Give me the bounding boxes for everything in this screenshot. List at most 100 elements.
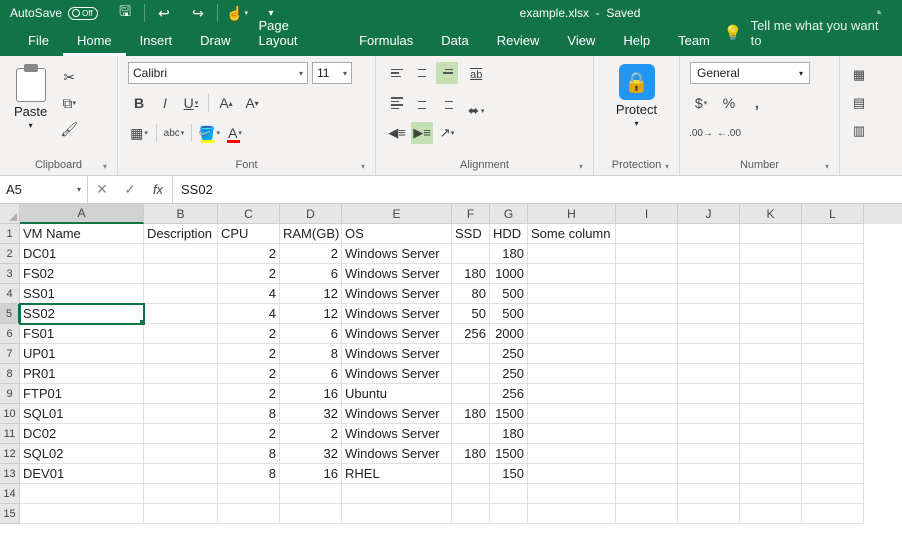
cell-E9[interactable]: Ubuntu — [342, 384, 452, 404]
cell-G15[interactable] — [490, 504, 528, 524]
cell-H2[interactable] — [528, 244, 616, 264]
row-header-8[interactable]: 8 — [0, 364, 20, 384]
cell-G1[interactable]: HDD — [490, 224, 528, 244]
cell-D15[interactable] — [280, 504, 342, 524]
row-header-3[interactable]: 3 — [0, 264, 20, 284]
cell-C9[interactable]: 2 — [218, 384, 280, 404]
cell-E15[interactable] — [342, 504, 452, 524]
col-header-E[interactable]: E — [342, 204, 452, 224]
number-format-combo[interactable]: General▾ — [690, 62, 810, 84]
cell-F15[interactable] — [452, 504, 490, 524]
cell-L1[interactable] — [802, 224, 864, 244]
align-bottom-icon[interactable] — [436, 62, 458, 84]
cell-L11[interactable] — [802, 424, 864, 444]
cell-J9[interactable] — [678, 384, 740, 404]
cell-L10[interactable] — [802, 404, 864, 424]
col-header-D[interactable]: D — [280, 204, 342, 224]
tab-draw[interactable]: Draw — [186, 27, 244, 56]
align-right-icon[interactable] — [436, 92, 458, 114]
cell-G10[interactable]: 1500 — [490, 404, 528, 424]
cell-E6[interactable]: Windows Server — [342, 324, 452, 344]
cell-F4[interactable]: 80 — [452, 284, 490, 304]
cell-H12[interactable] — [528, 444, 616, 464]
cell-L12[interactable] — [802, 444, 864, 464]
cell-J11[interactable] — [678, 424, 740, 444]
cell-E11[interactable]: Windows Server — [342, 424, 452, 444]
cell-D8[interactable]: 6 — [280, 364, 342, 384]
cell-I3[interactable] — [616, 264, 678, 284]
cell-J2[interactable] — [678, 244, 740, 264]
cell-C12[interactable]: 8 — [218, 444, 280, 464]
cell-A14[interactable] — [20, 484, 144, 504]
cell-I7[interactable] — [616, 344, 678, 364]
cell-J7[interactable] — [678, 344, 740, 364]
cell-D9[interactable]: 16 — [280, 384, 342, 404]
row-header-12[interactable]: 12 — [0, 444, 20, 464]
cell-H9[interactable] — [528, 384, 616, 404]
cell-B12[interactable] — [144, 444, 218, 464]
row-header-4[interactable]: 4 — [0, 284, 20, 304]
cell-K7[interactable] — [740, 344, 802, 364]
cell-F9[interactable] — [452, 384, 490, 404]
tab-data[interactable]: Data — [427, 27, 482, 56]
cell-B8[interactable] — [144, 364, 218, 384]
cell-I14[interactable] — [616, 484, 678, 504]
cell-I9[interactable] — [616, 384, 678, 404]
cell-A5[interactable]: SS02 — [20, 304, 144, 324]
cell-D2[interactable]: 2 — [280, 244, 342, 264]
increase-font-icon[interactable]: A▴ — [215, 92, 237, 114]
cell-C15[interactable] — [218, 504, 280, 524]
cell-E14[interactable] — [342, 484, 452, 504]
cell-C14[interactable] — [218, 484, 280, 504]
cell-B11[interactable] — [144, 424, 218, 444]
cell-J12[interactable] — [678, 444, 740, 464]
col-header-G[interactable]: G — [490, 204, 528, 224]
cell-A6[interactable]: FS01 — [20, 324, 144, 344]
cell-L6[interactable] — [802, 324, 864, 344]
cell-K5[interactable] — [740, 304, 802, 324]
cell-K6[interactable] — [740, 324, 802, 344]
cell-G4[interactable]: 500 — [490, 284, 528, 304]
copy-icon[interactable]: ⧉▾ — [59, 94, 79, 112]
cell-E3[interactable]: Windows Server — [342, 264, 452, 284]
tab-insert[interactable]: Insert — [126, 27, 187, 56]
wrap-text-button[interactable]: ab — [468, 64, 484, 86]
cell-A11[interactable]: DC02 — [20, 424, 144, 444]
cell-B9[interactable] — [144, 384, 218, 404]
cell-I12[interactable] — [616, 444, 678, 464]
cell-I4[interactable] — [616, 284, 678, 304]
cell-J8[interactable] — [678, 364, 740, 384]
col-header-B[interactable]: B — [144, 204, 218, 224]
tab-home[interactable]: Home — [63, 27, 126, 56]
col-header-C[interactable]: C — [218, 204, 280, 224]
cell-H3[interactable] — [528, 264, 616, 284]
cell-I8[interactable] — [616, 364, 678, 384]
cell-E12[interactable]: Windows Server — [342, 444, 452, 464]
col-header-J[interactable]: J — [678, 204, 740, 224]
cell-C10[interactable]: 8 — [218, 404, 280, 424]
tab-team[interactable]: Team — [664, 27, 724, 56]
col-header-A[interactable]: A — [20, 204, 144, 224]
row-header-6[interactable]: 6 — [0, 324, 20, 344]
cell-K2[interactable] — [740, 244, 802, 264]
cell-K1[interactable] — [740, 224, 802, 244]
cell-C2[interactable]: 2 — [218, 244, 280, 264]
cell-F12[interactable]: 180 — [452, 444, 490, 464]
cell-A3[interactable]: FS02 — [20, 264, 144, 284]
undo-icon[interactable]: ↩ — [147, 0, 181, 26]
cell-D7[interactable]: 8 — [280, 344, 342, 364]
cell-K4[interactable] — [740, 284, 802, 304]
cell-H14[interactable] — [528, 484, 616, 504]
cell-C7[interactable]: 2 — [218, 344, 280, 364]
cell-D1[interactable]: RAM(GB) — [280, 224, 342, 244]
cell-C8[interactable]: 2 — [218, 364, 280, 384]
col-header-F[interactable]: F — [452, 204, 490, 224]
cell-C3[interactable]: 2 — [218, 264, 280, 284]
cell-I6[interactable] — [616, 324, 678, 344]
cell-G9[interactable]: 256 — [490, 384, 528, 404]
col-header-K[interactable]: K — [740, 204, 802, 224]
cell-F5[interactable]: 50 — [452, 304, 490, 324]
row-header-7[interactable]: 7 — [0, 344, 20, 364]
cell-J5[interactable] — [678, 304, 740, 324]
cell-G7[interactable]: 250 — [490, 344, 528, 364]
